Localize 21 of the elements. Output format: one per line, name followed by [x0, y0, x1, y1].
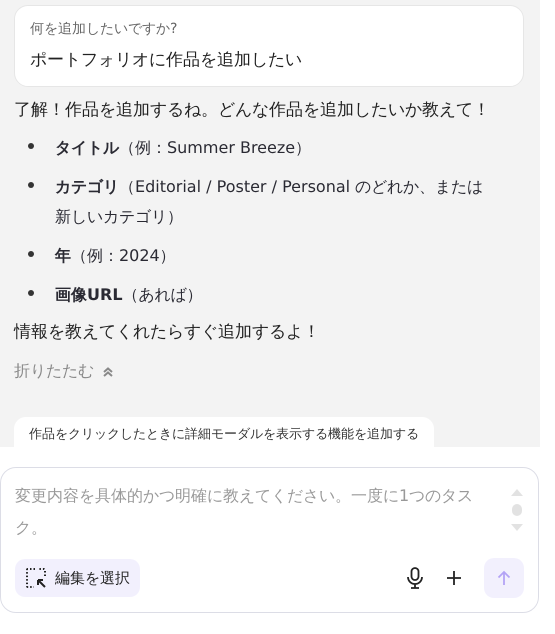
- bullet-icon: [28, 251, 34, 257]
- reply-outro: 情報を教えてくれたらすぐ追加するよ！: [14, 321, 321, 344]
- bullet-icon: [28, 290, 34, 296]
- suggestion-chip[interactable]: 作品をクリックしたときに詳細モーダルを表示する機能を追加する: [14, 417, 434, 447]
- microphone-icon[interactable]: [406, 567, 424, 589]
- reply-intro: 了解！作品を追加するね。どんな作品を追加したいか教えて！: [14, 99, 491, 122]
- message-input[interactable]: 変更内容を具体的かつ明確に教えてください。一度に1つのタスク。 編集を選択: [0, 467, 539, 613]
- scrollbar-drawing: [510, 488, 524, 532]
- select-edit-button[interactable]: 編集を選択: [15, 559, 140, 597]
- question-answer: ポートフォリオに作品を追加したい: [30, 49, 303, 71]
- bullet-icon: [28, 182, 34, 188]
- bullet-icon: [28, 143, 34, 149]
- selection-cursor-icon: [25, 567, 47, 589]
- double-chevron-icon: [102, 366, 114, 378]
- plus-icon[interactable]: [446, 570, 462, 586]
- list-item: 画像URL（あれば）: [55, 284, 204, 306]
- question-label: 何を追加したいですか?: [30, 20, 178, 38]
- list-item: 年（例：2024）: [55, 245, 177, 267]
- arrow-up-icon: [497, 570, 511, 586]
- list-item: カテゴリ（Editorial / Poster / Personal のどれか、または新しいカテゴリ）: [55, 176, 484, 228]
- list-item: タイトル（例：Summer Breeze）: [55, 137, 312, 159]
